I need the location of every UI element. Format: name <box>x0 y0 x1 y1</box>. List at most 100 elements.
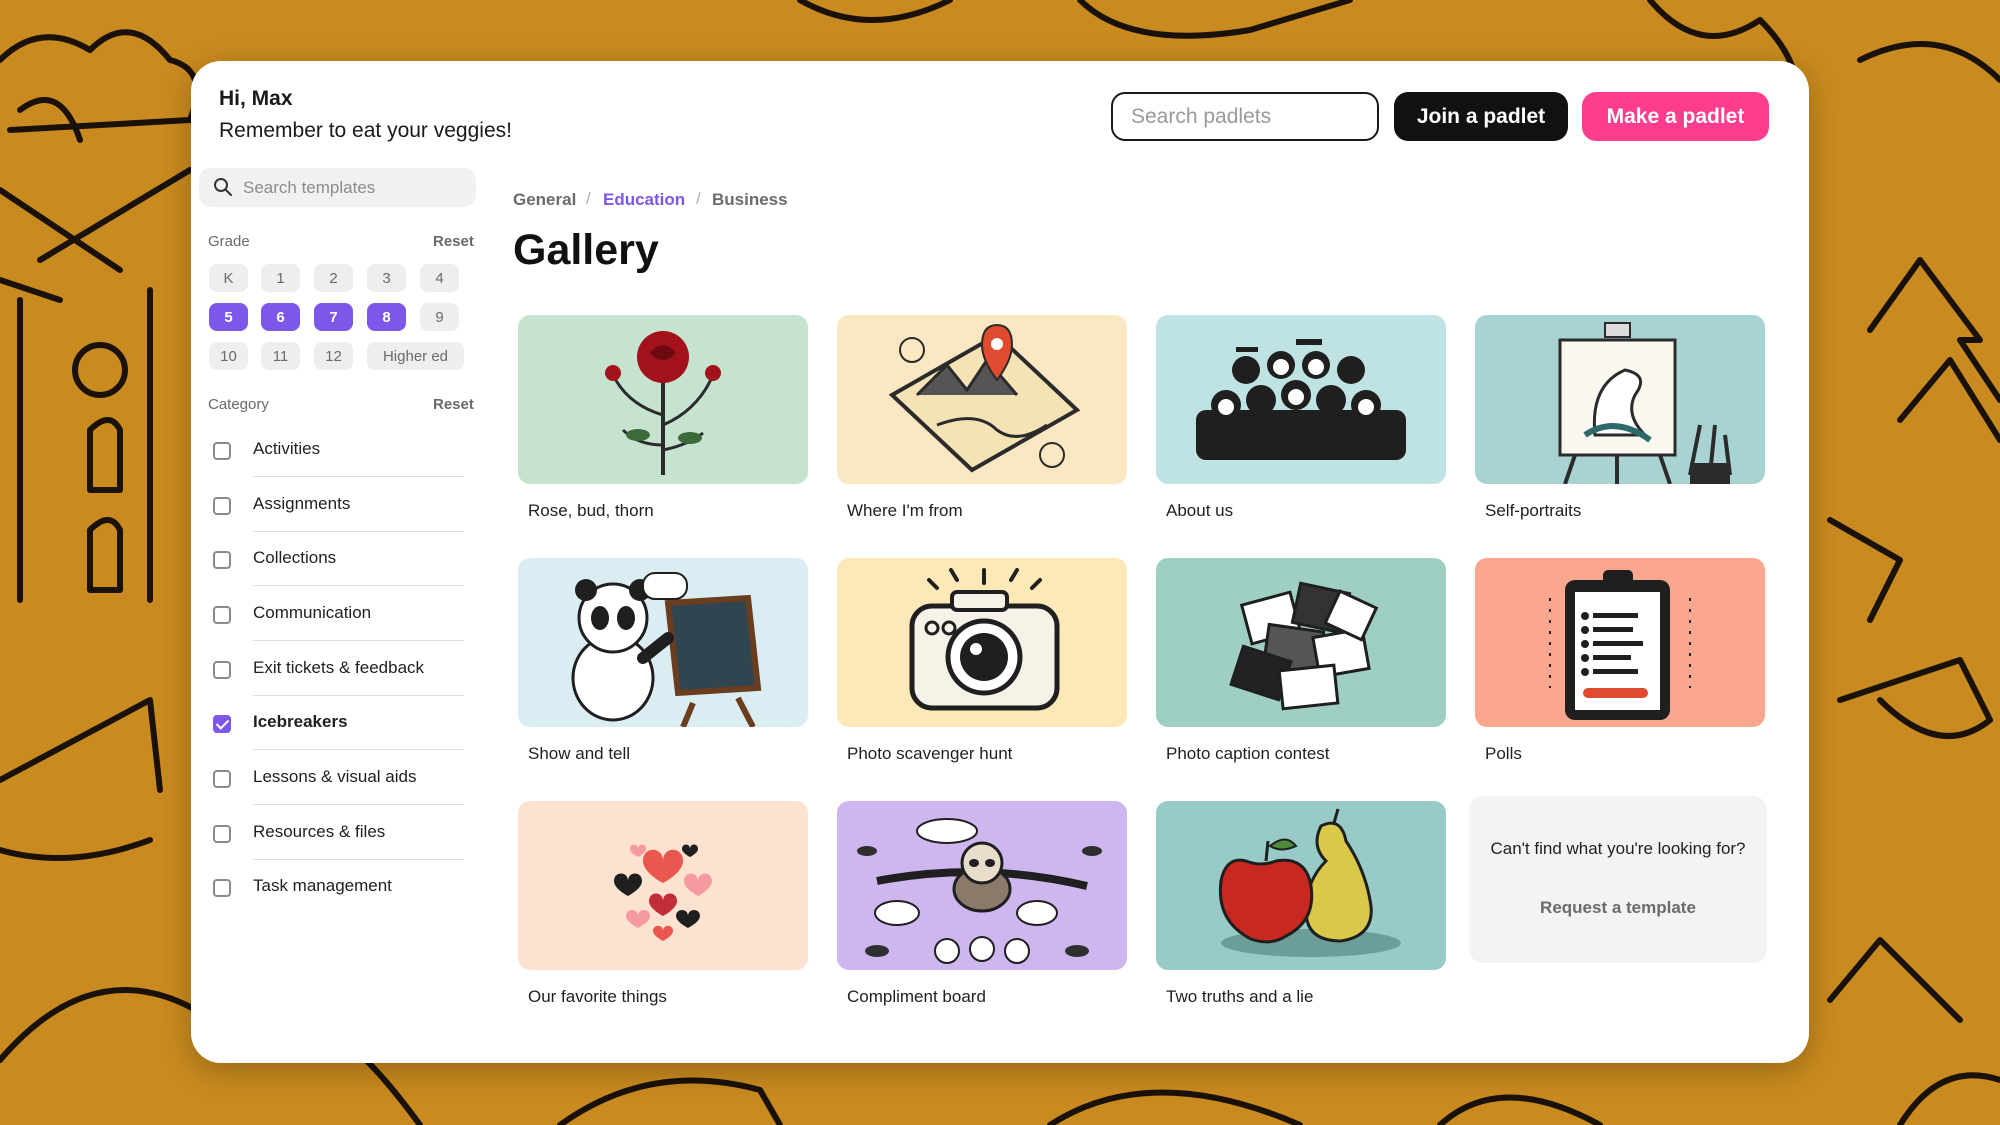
template-thumbnail <box>1475 315 1765 484</box>
grade-chip-2[interactable]: 2 <box>314 264 353 292</box>
request-template-link[interactable]: Request a template <box>1469 898 1767 918</box>
divider <box>253 749 464 750</box>
template-card-where-im-from[interactable]: Where I'm from <box>837 315 1127 521</box>
template-name: Show and tell <box>528 744 631 763</box>
category-assignments[interactable]: Assignments <box>208 478 464 532</box>
divider <box>253 640 464 641</box>
search-templates-field[interactable] <box>199 168 476 207</box>
join-padlet-button[interactable]: Join a padlet <box>1394 92 1568 141</box>
template-name: Photo caption contest <box>1166 744 1330 763</box>
category-label-text: Lessons & visual aids <box>253 767 417 786</box>
breadcrumb-separator: / <box>586 189 591 208</box>
grade-label: Grade <box>208 233 250 250</box>
category-communication[interactable]: Communication <box>208 587 464 641</box>
photo-pile-icon <box>1229 581 1379 711</box>
category-icebreakers[interactable]: Icebreakers <box>208 696 464 750</box>
easel-icon <box>1558 322 1732 484</box>
checkbox[interactable] <box>213 879 231 897</box>
template-thumbnail <box>1156 558 1446 727</box>
class-photo-icon <box>1196 339 1406 460</box>
grade-chip-9[interactable]: 9 <box>420 303 459 331</box>
checkbox[interactable] <box>213 606 231 624</box>
category-label-text: Collections <box>253 548 337 567</box>
map-icon <box>888 323 1081 473</box>
template-thumbnail <box>837 558 1127 727</box>
checkbox-checked[interactable] <box>213 715 231 733</box>
template-thumbnail <box>1475 558 1765 727</box>
divider <box>253 476 464 477</box>
greeting-message: Remember to eat your veggies! <box>219 119 512 142</box>
category-lessons[interactable]: Lessons & visual aids <box>208 751 464 805</box>
template-card-self-portraits[interactable]: Self-portraits <box>1475 315 1765 521</box>
checkbox[interactable] <box>213 825 231 843</box>
template-card-about-us[interactable]: About us <box>1156 315 1446 521</box>
template-card-photo-scavenger-hunt[interactable]: Photo scavenger hunt <box>837 558 1127 764</box>
grade-chip-higher-ed[interactable]: Higher ed <box>367 342 464 370</box>
template-name: Rose, bud, thorn <box>528 501 654 520</box>
grade-chip-1[interactable]: 1 <box>261 264 300 292</box>
grade-chip-8[interactable]: 8 <box>367 303 406 331</box>
grade-chip-7[interactable]: 7 <box>314 303 353 331</box>
divider <box>253 585 464 586</box>
breadcrumb-education[interactable]: Education <box>603 190 685 210</box>
template-card-show-and-tell[interactable]: Show and tell <box>518 558 808 764</box>
grade-chip-12[interactable]: 12 <box>314 342 353 370</box>
checkbox[interactable] <box>213 551 231 569</box>
checkbox[interactable] <box>213 661 231 679</box>
greeting: Hi, Max <box>219 87 293 110</box>
template-thumbnail <box>518 801 808 970</box>
grade-chip-k[interactable]: K <box>209 264 248 292</box>
template-name: Self-portraits <box>1485 501 1582 520</box>
template-name: Our favorite things <box>528 987 667 1006</box>
camera-icon <box>909 568 1060 711</box>
template-card-compliment-board[interactable]: Compliment board <box>837 801 1127 1007</box>
checkbox[interactable] <box>213 497 231 515</box>
category-resources[interactable]: Resources & files <box>208 806 464 860</box>
grade-chip-5[interactable]: 5 <box>209 303 248 331</box>
grade-chip-3[interactable]: 3 <box>367 264 406 292</box>
make-padlet-button[interactable]: Make a padlet <box>1582 92 1769 141</box>
rose-icon <box>605 331 721 475</box>
template-card-polls[interactable]: Polls <box>1475 558 1765 764</box>
divider <box>253 804 464 805</box>
template-name: Polls <box>1485 744 1522 763</box>
category-reset-button[interactable]: Reset <box>433 396 474 413</box>
template-thumbnail <box>837 315 1127 484</box>
checkbox[interactable] <box>213 442 231 460</box>
category-activities[interactable]: Activities <box>208 423 464 477</box>
apple-pear-icon <box>1218 808 1401 957</box>
template-card-photo-caption-contest[interactable]: Photo caption contest <box>1156 558 1446 764</box>
breadcrumb-general[interactable]: General <box>513 190 576 210</box>
breadcrumb-business[interactable]: Business <box>712 190 788 210</box>
template-name: Photo scavenger hunt <box>847 744 1013 763</box>
template-thumbnail <box>518 558 808 727</box>
search-icon <box>214 178 232 196</box>
category-label-text: Activities <box>253 439 321 458</box>
checkbox[interactable] <box>213 770 231 788</box>
template-card-our-favorite-things[interactable]: Our favorite things <box>518 801 808 1007</box>
search-templates-input[interactable] <box>243 168 463 207</box>
category-collections[interactable]: Collections <box>208 532 464 586</box>
template-name: Compliment board <box>847 987 986 1006</box>
panda-icon <box>571 572 762 727</box>
category-task-management[interactable]: Task management <box>208 860 464 914</box>
template-thumbnail <box>1156 315 1446 484</box>
category-label-text: Task management <box>253 876 392 895</box>
page-title: Gallery <box>513 226 659 274</box>
template-thumbnail <box>518 315 808 484</box>
grade-chip-10[interactable]: 10 <box>209 342 248 370</box>
grade-reset-button[interactable]: Reset <box>433 233 474 250</box>
category-label-text: Exit tickets & feedback <box>253 658 425 677</box>
template-card-two-truths-and-a-lie[interactable]: Two truths and a lie <box>1156 801 1446 1007</box>
grade-chip-11[interactable]: 11 <box>261 342 300 370</box>
category-exit-tickets[interactable]: Exit tickets & feedback <box>208 642 464 696</box>
main-panel: Hi, Max Remember to eat your veggies! Jo… <box>191 61 1809 1063</box>
request-template-card: Can't find what you're looking for? Requ… <box>1469 796 1767 963</box>
request-question: Can't find what you're looking for? <box>1490 839 1746 858</box>
grade-chip-6[interactable]: 6 <box>261 303 300 331</box>
search-padlets-input[interactable] <box>1111 92 1379 141</box>
hearts-icon <box>614 844 712 941</box>
template-card-rose-bud-thorn[interactable]: Rose, bud, thorn <box>518 315 808 521</box>
category-label-text: Icebreakers <box>253 712 348 731</box>
grade-chip-4[interactable]: 4 <box>420 264 459 292</box>
